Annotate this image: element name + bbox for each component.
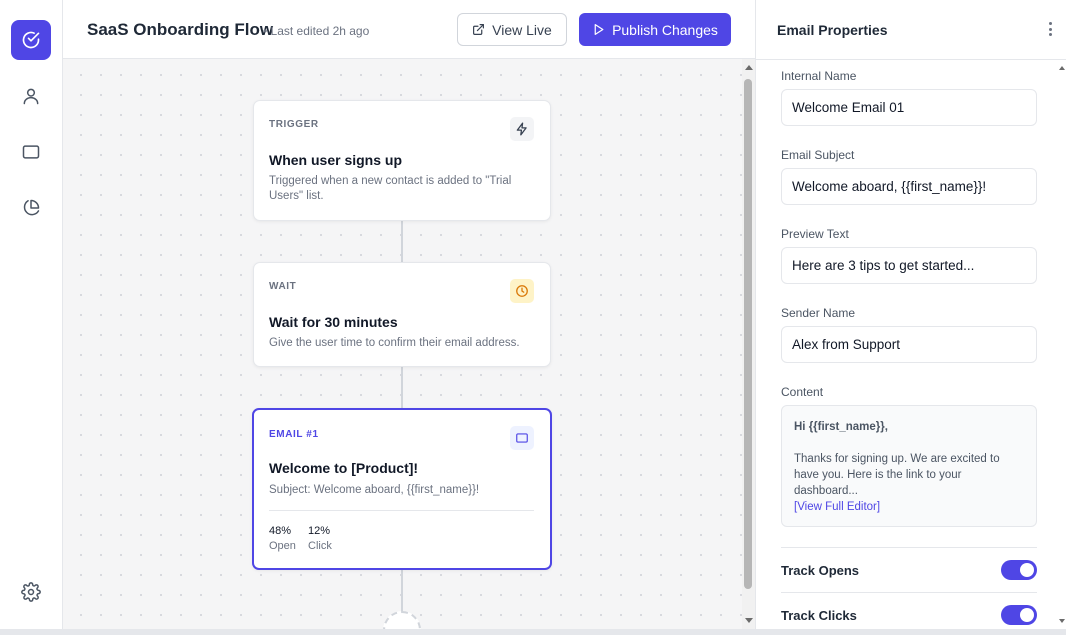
node-divider <box>269 510 534 511</box>
preview-text-input[interactable]: Here are 3 tips to get started... <box>781 247 1037 284</box>
user-icon <box>23 88 39 105</box>
nav-settings-button[interactable] <box>11 572 51 612</box>
node-icon-badge <box>510 279 534 303</box>
content-body: Thanks for signing up. We are excited to… <box>794 453 1000 497</box>
scroll-up-arrow[interactable] <box>745 65 753 70</box>
track-clicks-toggle[interactable] <box>1001 605 1037 625</box>
node-type-label: WAIT <box>269 281 297 292</box>
nav-contacts-button[interactable] <box>11 76 51 116</box>
pie-chart-icon <box>23 199 40 216</box>
node-description: Subject: Welcome aboard, {{first_name}}! <box>269 484 480 496</box>
node-type-label: TRIGGER <box>269 119 319 130</box>
content-label: Content <box>781 385 824 399</box>
page-title: SaaS Onboarding Flow <box>87 20 274 39</box>
email-subject-input[interactable]: Welcome aboard, {{first_name}}! <box>781 168 1037 205</box>
view-full-editor-link[interactable]: [View Full Editor] <box>794 499 1024 515</box>
node-type-label: EMAIL #1 <box>269 429 319 440</box>
nav-flows-button[interactable] <box>11 20 51 60</box>
click-rate-stat: 12% Click <box>308 524 332 554</box>
divider <box>781 547 1037 548</box>
publish-changes-label: Publish Changes <box>612 21 718 38</box>
connector-line <box>401 221 403 262</box>
scroll-down-arrow[interactable] <box>745 618 753 623</box>
scrollbar-thumb[interactable] <box>744 79 752 589</box>
left-nav-rail <box>0 0 63 635</box>
stat-label: Open <box>269 540 296 552</box>
panel-title: Email Properties <box>777 22 888 38</box>
view-live-button[interactable]: View Live <box>457 13 567 46</box>
window-bottom-edge <box>0 629 1066 635</box>
square-icon <box>22 145 40 159</box>
scroll-down-arrow[interactable] <box>1059 619 1065 623</box>
canvas-scrollbar[interactable] <box>742 59 755 629</box>
divider <box>781 592 1037 593</box>
trigger-node[interactable]: TRIGGER When user signs up Triggered whe… <box>253 100 551 221</box>
scroll-up-arrow[interactable] <box>1059 66 1065 70</box>
track-opens-label: Track Opens <box>781 563 860 578</box>
internal-name-input[interactable]: Welcome Email 01 <box>781 89 1037 126</box>
nav-analytics-button[interactable] <box>11 188 51 228</box>
internal-name-label: Internal Name <box>781 69 857 83</box>
flow-canvas[interactable]: TRIGGER When user signs up Triggered whe… <box>63 59 742 635</box>
email-node[interactable]: EMAIL #1 Welcome to [Product]! Subject: … <box>252 408 552 570</box>
open-rate-stat: 48% Open <box>269 524 296 554</box>
email-icon <box>516 433 528 443</box>
stat-label: Click <box>308 540 332 552</box>
play-icon <box>594 24 604 35</box>
clock-icon <box>516 285 528 297</box>
node-title: Welcome to [Product]! <box>269 460 419 476</box>
more-options-icon[interactable] <box>1047 20 1053 38</box>
lightning-icon <box>516 122 527 136</box>
email-properties-panel: Email Properties Internal Name Welcome E… <box>755 0 1066 629</box>
node-icon-badge <box>510 117 534 141</box>
app-window: SaaS Onboarding Flow • Last edited 2h ag… <box>0 0 1066 635</box>
nav-templates-button[interactable] <box>11 132 51 172</box>
content-preview[interactable]: Hi {{first_name}}, Thanks for signing up… <box>781 405 1037 527</box>
connector-line <box>401 367 403 408</box>
node-icon-badge <box>510 426 534 450</box>
node-title: Wait for 30 minutes <box>269 314 398 330</box>
content-greeting: Hi {{first_name}}, <box>794 421 888 433</box>
gear-icon <box>21 582 41 602</box>
node-description: Give the user time to confirm their emai… <box>269 337 520 349</box>
stat-value: 48% <box>269 525 292 537</box>
publish-changes-button[interactable]: Publish Changes <box>579 13 731 46</box>
sender-name-label: Sender Name <box>781 306 856 320</box>
node-description: Triggered when a new contact is added to… <box>269 175 512 202</box>
preview-text-label: Preview Text <box>781 227 849 241</box>
check-circle-icon <box>22 31 40 49</box>
sender-name-input[interactable]: Alex from Support <box>781 326 1037 363</box>
track-opens-toggle[interactable] <box>1001 560 1037 580</box>
last-edited-text: • Last edited 2h ago <box>263 24 370 38</box>
node-title: When user signs up <box>269 152 403 168</box>
view-live-label: View Live <box>492 21 552 38</box>
track-clicks-label: Track Clicks <box>781 608 857 623</box>
wait-node[interactable]: WAIT Wait for 30 minutes Give the user t… <box>253 262 551 367</box>
stat-value: 12% <box>308 525 331 537</box>
panel-scrollbar[interactable] <box>1059 60 1066 629</box>
email-subject-label: Email Subject <box>781 148 855 162</box>
panel-header: Email Properties <box>756 0 1066 60</box>
external-link-icon <box>473 24 485 35</box>
top-header: SaaS Onboarding Flow • Last edited 2h ag… <box>63 0 755 59</box>
